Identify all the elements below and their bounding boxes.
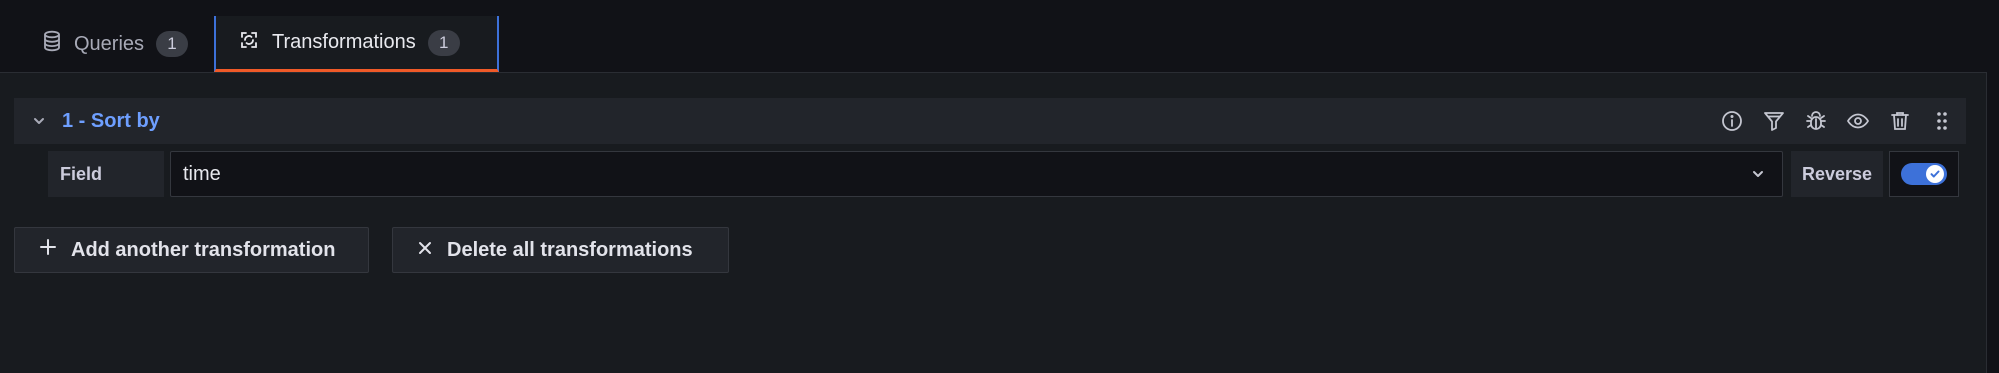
chevron-down-icon[interactable]: [28, 110, 50, 132]
info-icon[interactable]: [1718, 107, 1746, 135]
filter-icon[interactable]: [1760, 107, 1788, 135]
trash-icon[interactable]: [1886, 107, 1914, 135]
tab-transformations-label: Transformations: [272, 31, 416, 53]
debug-icon[interactable]: [1802, 107, 1830, 135]
tab-transformations-count: 1: [427, 29, 460, 56]
transformation-header: 1 - Sort by: [14, 98, 1966, 144]
reverse-switch-container: [1889, 151, 1959, 197]
close-icon: [417, 239, 433, 262]
tab-queries-count: 1: [156, 31, 189, 57]
reverse-toggle[interactable]: [1901, 163, 1947, 185]
tab-queries-label: Queries: [74, 32, 145, 55]
tab-queries[interactable]: Queries 1: [20, 16, 200, 72]
editor-tab-bar: Queries 1 Transformations 1: [0, 0, 1999, 72]
eye-icon[interactable]: [1844, 107, 1872, 135]
add-transformation-button[interactable]: Add another transformation: [14, 227, 369, 273]
delete-all-label: Delete all transformations: [447, 238, 693, 261]
drag-handle-icon[interactable]: [1928, 107, 1956, 135]
transformation-title[interactable]: 1 - Sort by: [62, 110, 160, 133]
plus-icon: [39, 238, 57, 262]
sort-by-editor: Field time Reverse: [48, 151, 1959, 199]
field-select-value: time: [183, 162, 221, 185]
chevron-down-icon: [1748, 164, 1768, 190]
field-select[interactable]: time: [170, 151, 1783, 197]
database-icon: [42, 30, 62, 58]
reverse-label: Reverse: [1791, 151, 1883, 197]
transform-icon: [238, 29, 260, 57]
delete-all-transformations-button[interactable]: Delete all transformations: [392, 227, 729, 273]
tab-transformations[interactable]: Transformations 1: [214, 16, 499, 72]
transformations-panel: 1 - Sort by Field time Reverse Add anoth…: [0, 72, 1987, 373]
transformation-actions: [1718, 98, 1956, 144]
check-icon: [1926, 165, 1944, 183]
add-transformation-label: Add another transformation: [71, 238, 336, 261]
field-label: Field: [48, 151, 164, 197]
